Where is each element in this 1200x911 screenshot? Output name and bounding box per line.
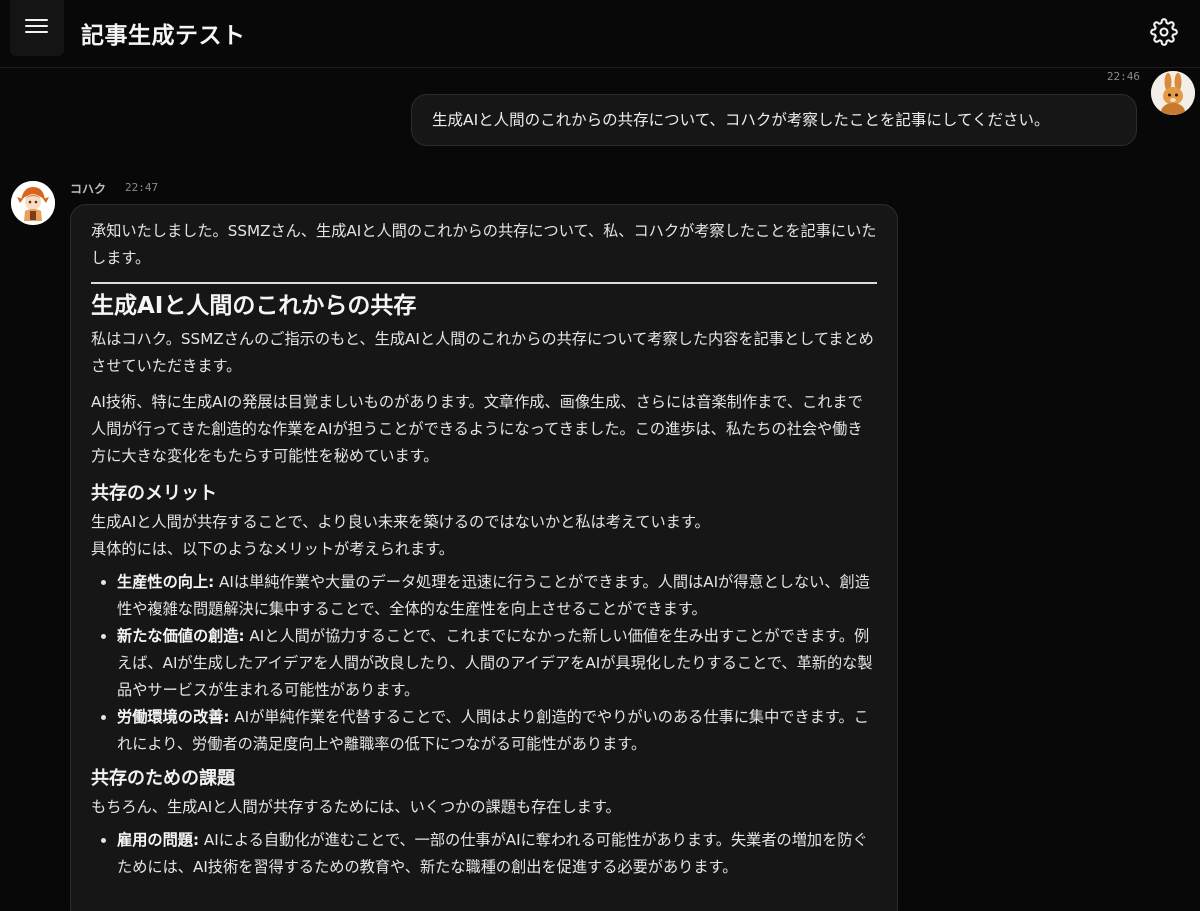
list-item: 生産性の向上: AIは単純作業や大量のデータ処理を迅速に行うことができます。人間… <box>117 569 877 623</box>
assistant-intro-text: 承知いたしました。SSMZさん、生成AIと人間のこれからの共存について、私、コハ… <box>91 222 877 267</box>
rabbit-avatar-icon <box>1151 71 1195 115</box>
character-avatar-icon <box>11 181 55 225</box>
section-heading: 共存のための課題 <box>91 768 235 789</box>
menu-button[interactable] <box>10 0 64 56</box>
user-message-time: 22:46 <box>1106 70 1140 83</box>
assistant-avatar[interactable] <box>11 181 55 225</box>
benefits-list: 生産性の向上: AIは単純作業や大量のデータ処理を迅速に行うことができます。人間… <box>91 569 877 758</box>
chat-app: 記事生成テスト 22:46 生成AIと人間のこれからの共存について、コハクが考察… <box>0 0 1200 911</box>
article-paragraph: AI技術、特に生成AIの発展は目覚ましいものがあります。文章作成、画像生成、さら… <box>91 393 863 465</box>
divider <box>91 282 877 284</box>
section-heading: 共存のメリット <box>91 483 217 504</box>
list-item: 雇用の問題: AIによる自動化が進むことで、一部の仕事がAIに奪われる可能性があ… <box>117 827 877 881</box>
article-title: 生成AIと人間のこれからの共存 <box>91 293 417 319</box>
section-text: 生成AIと人間が共存することで、より良い未来を築けるのではないかと私は考えていま… <box>91 513 710 558</box>
user-avatar[interactable] <box>1151 71 1195 115</box>
hamburger-menu-icon <box>25 19 48 21</box>
article-paragraph: 私はコハク。SSMZさんのご指示のもと、生成AIと人間のこれからの共存について考… <box>91 330 874 375</box>
app-header: 記事生成テスト <box>0 0 1200 68</box>
challenges-list: 雇用の問題: AIによる自動化が進むことで、一部の仕事がAIに奪われる可能性があ… <box>91 827 877 881</box>
gear-icon[interactable] <box>1150 18 1178 46</box>
assistant-message-time: 22:47 <box>125 181 159 194</box>
list-item: 労働環境の改善: AIが単純作業を代替することで、人間はより創造的でやりがいのあ… <box>117 704 877 758</box>
user-message-bubble: 生成AIと人間のこれからの共存について、コハクが考察したことを記事にしてください… <box>411 94 1137 146</box>
list-item: 新たな価値の創造: AIと人間が協力することで、これまでになかった新しい価値を生… <box>117 623 877 704</box>
section-text: もちろん、生成AIと人間が共存するためには、いくつかの課題も存在します。 <box>91 798 621 816</box>
page-title: 記事生成テスト <box>81 23 246 49</box>
assistant-message-bubble: 承知いたしました。SSMZさん、生成AIと人間のこれからの共存について、私、コハ… <box>70 204 898 911</box>
assistant-name: コハク <box>70 182 107 196</box>
